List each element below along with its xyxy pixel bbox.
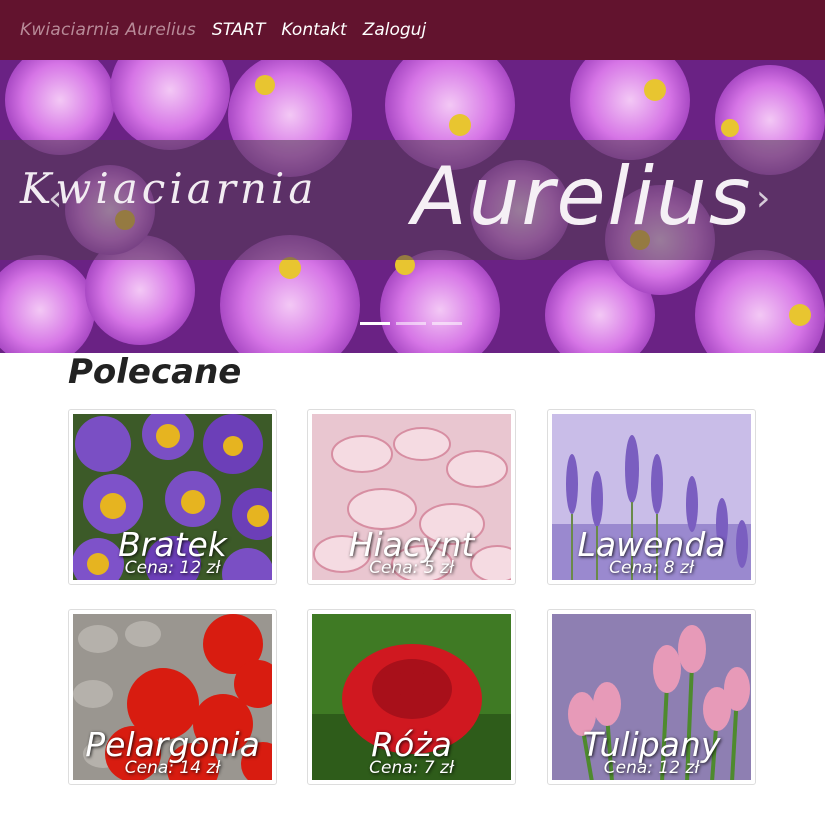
navbar: Kwiaciarnia Aurelius START Kontakt Zalog…: [0, 0, 825, 60]
product-price: Cena: 14 zł: [124, 758, 221, 778]
product-card-bratek[interactable]: Bratek Cena: 12 zł: [68, 409, 277, 585]
product-image: Róża Cena: 7 zł: [312, 614, 511, 780]
carousel-indicator[interactable]: [396, 322, 426, 325]
product-price: Cena: 7 zł: [369, 758, 454, 778]
product-image: Tulipany Cena: 12 zł: [552, 614, 751, 780]
nav-link-zaloguj[interactable]: Zaloguj: [363, 20, 426, 40]
product-card-lawenda[interactable]: Lawenda Cena: 8 zł: [547, 409, 756, 585]
carousel-indicators: [360, 322, 462, 325]
carousel-prev-icon[interactable]: ‹: [48, 178, 62, 219]
carousel-caption-left: Kwiaciarnia: [20, 164, 318, 213]
hero-carousel: Kwiaciarnia Aurelius ‹ ›: [0, 60, 825, 353]
product-price: Cena: 5 zł: [369, 558, 454, 578]
product-card-roza[interactable]: Róża Cena: 7 zł: [307, 609, 516, 785]
product-price: Cena: 12 zł: [124, 558, 221, 578]
carousel-caption-right: Aurelius: [412, 150, 753, 243]
product-price: Cena: 8 zł: [609, 558, 694, 578]
product-price: Cena: 12 zł: [603, 758, 700, 778]
nav-link-start[interactable]: START: [212, 20, 265, 40]
product-card-hiacynt[interactable]: Hiacynt Cena: 5 zł: [307, 409, 516, 585]
product-image: Lawenda Cena: 8 zł: [552, 414, 751, 580]
product-image: Hiacynt Cena: 5 zł: [312, 414, 511, 580]
carousel-next-icon[interactable]: ›: [756, 178, 770, 219]
brand-link[interactable]: Kwiaciarnia Aurelius: [20, 20, 196, 40]
product-card-tulipany[interactable]: Tulipany Cena: 12 zł: [547, 609, 756, 785]
product-image: Bratek Cena: 12 zł: [73, 414, 272, 580]
carousel-indicator[interactable]: [360, 322, 390, 325]
section-title: Polecane: [68, 352, 242, 392]
carousel-indicator[interactable]: [432, 322, 462, 325]
product-image: Pelargonia Cena: 14 zł: [73, 614, 272, 780]
product-card-pelargonia[interactable]: Pelargonia Cena: 14 zł: [68, 609, 277, 785]
nav-link-kontakt[interactable]: Kontakt: [281, 20, 346, 40]
